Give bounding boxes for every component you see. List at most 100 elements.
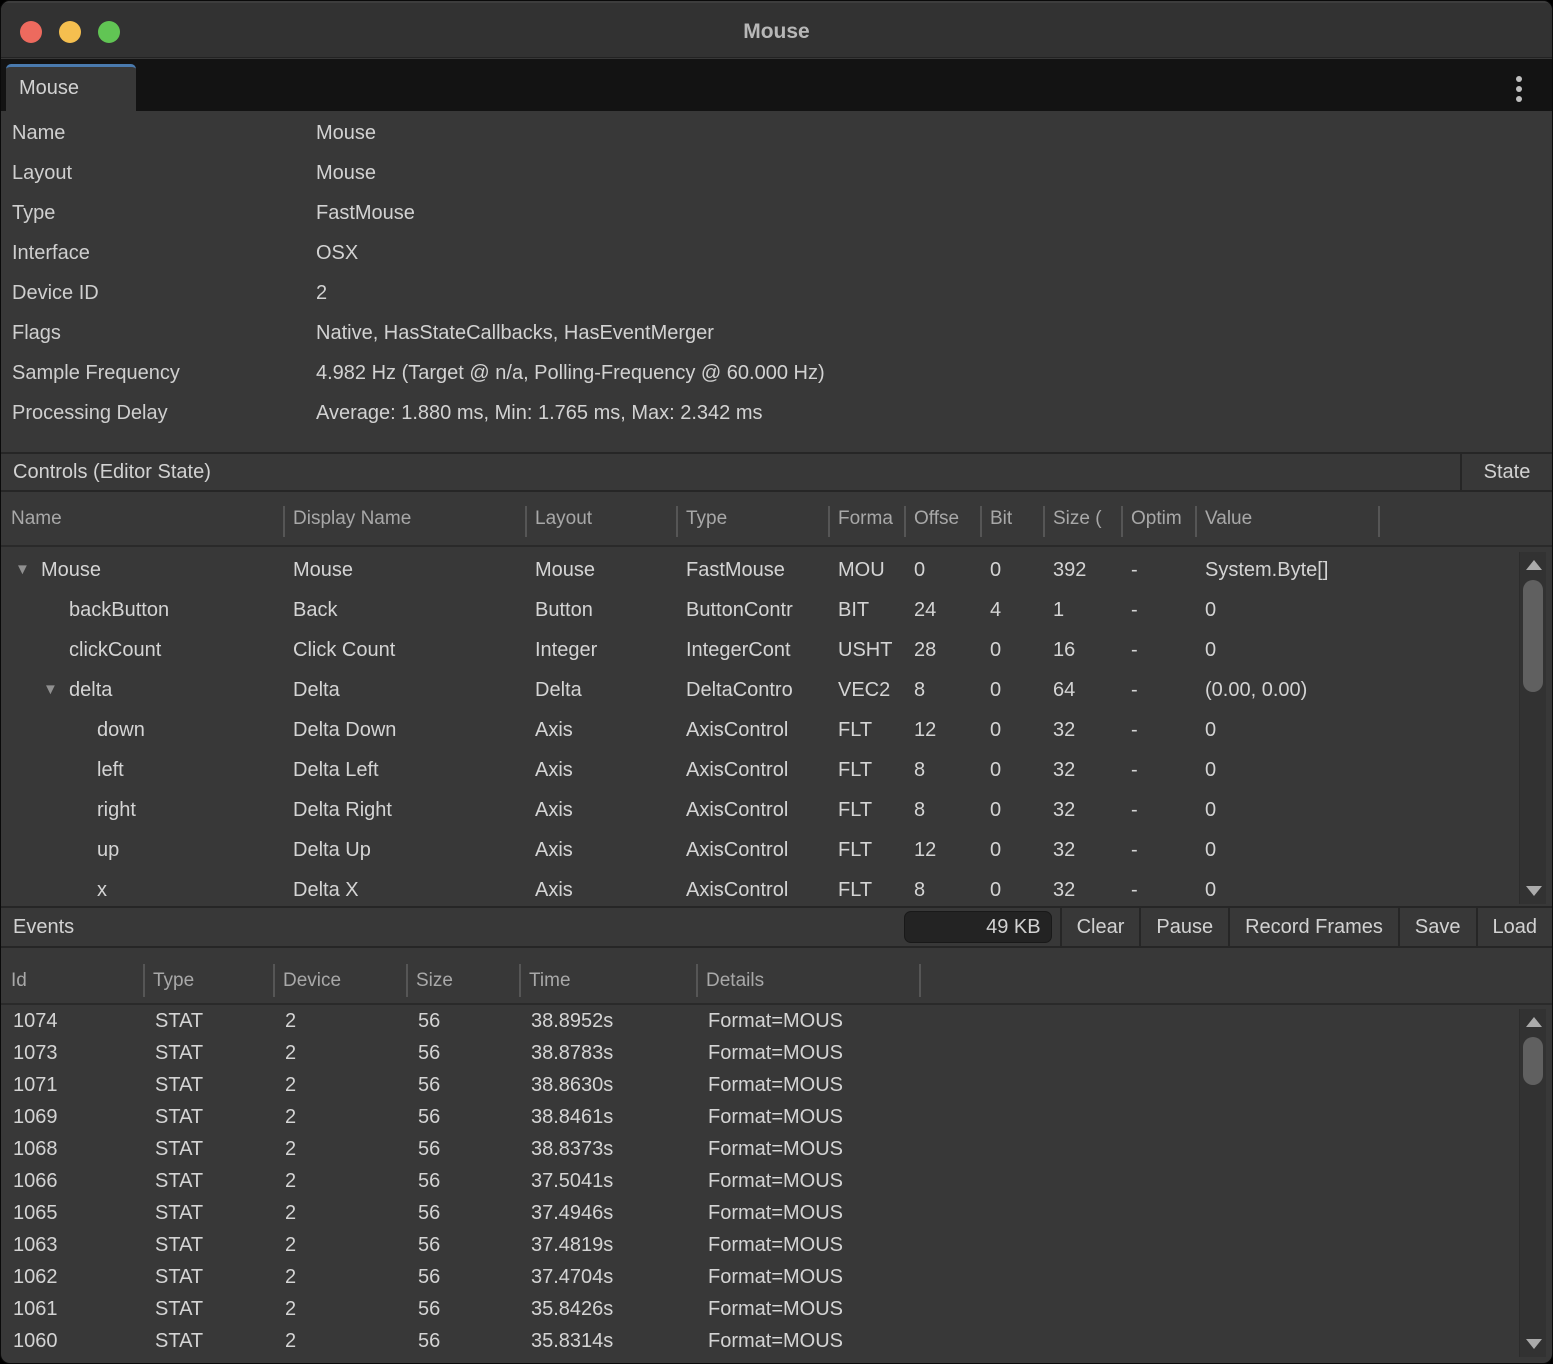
control-cell-format: FLT: [828, 830, 904, 870]
column-header-spacer[interactable]: [919, 948, 1513, 1003]
scroll-up-icon[interactable]: [1526, 560, 1542, 570]
control-cell-offset: 24: [904, 590, 980, 630]
control-cell-bit: 0: [980, 750, 1043, 790]
control-name-cell: backButton: [1, 590, 283, 630]
device-properties: NameMouseLayoutMouseTypeFastMouseInterfa…: [1, 113, 1552, 433]
column-header-device[interactable]: Device: [273, 948, 406, 1003]
event-row[interactable]: 1066STAT25637.5041sFormat=MOUS: [1, 1165, 1513, 1197]
column-header-size[interactable]: Size: [406, 948, 519, 1003]
control-row[interactable]: ▼MouseMouseMouseFastMouseMOU00392-System…: [1, 550, 1513, 590]
event-cell-type: STAT: [143, 1293, 273, 1325]
event-cell-device: 2: [273, 1229, 406, 1261]
column-header-type[interactable]: Type: [143, 948, 273, 1003]
clear-button[interactable]: Clear: [1060, 908, 1140, 946]
property-value: Native, HasStateCallbacks, HasEventMerge…: [316, 313, 714, 353]
event-row[interactable]: 1074STAT25638.8952sFormat=MOUS: [1, 1005, 1513, 1037]
control-name-label: clickCount: [69, 630, 161, 670]
event-row[interactable]: 1071STAT25638.8630sFormat=MOUS: [1, 1069, 1513, 1101]
column-header-value[interactable]: Value: [1195, 492, 1378, 545]
record-frames-button[interactable]: Record Frames: [1228, 908, 1398, 946]
property-row: LayoutMouse: [1, 153, 1552, 193]
control-row[interactable]: rightDelta RightAxisAxisControlFLT8032-0: [1, 790, 1513, 830]
column-header-type[interactable]: Type: [676, 492, 828, 545]
event-row[interactable]: 1062STAT25637.4704sFormat=MOUS: [1, 1261, 1513, 1293]
control-cell-value: System.Byte[]: [1195, 550, 1378, 590]
control-row[interactable]: leftDelta LeftAxisAxisControlFLT8032-0: [1, 750, 1513, 790]
scroll-down-icon[interactable]: [1526, 1339, 1542, 1349]
control-cell-value: 0: [1195, 590, 1378, 630]
column-header-forma[interactable]: Forma: [828, 492, 904, 545]
event-row[interactable]: 1068STAT25638.8373sFormat=MOUS: [1, 1133, 1513, 1165]
load-button[interactable]: Load: [1476, 908, 1553, 946]
control-cell-offset: 28: [904, 630, 980, 670]
controls-table-header: NameDisplay NameLayoutTypeFormaOffseBitS…: [1, 492, 1552, 547]
control-cell-layout: Button: [525, 590, 676, 630]
foldout-arrow-icon[interactable]: ▼: [43, 670, 69, 710]
tab-mouse[interactable]: Mouse: [6, 64, 136, 111]
event-row[interactable]: 1065STAT25637.4946sFormat=MOUS: [1, 1197, 1513, 1229]
control-cell-display: Back: [283, 590, 525, 630]
control-cell-type: ButtonContr: [676, 590, 828, 630]
scrollbar-thumb[interactable]: [1523, 580, 1543, 692]
foldout-arrow-icon[interactable]: ▼: [15, 550, 41, 590]
control-name-label: right: [97, 790, 136, 830]
column-header-display-name[interactable]: Display Name: [283, 492, 525, 545]
column-header-offse[interactable]: Offse: [904, 492, 980, 545]
events-toolbar: 49 KB ClearPauseRecord FramesSaveLoad: [904, 908, 1552, 946]
event-cell-id: 1073: [1, 1037, 143, 1069]
event-row[interactable]: 1061STAT25635.8426sFormat=MOUS: [1, 1293, 1513, 1325]
controls-scrollbar[interactable]: [1519, 552, 1546, 904]
column-header-spacer[interactable]: [1378, 492, 1553, 545]
control-cell-size: 32: [1043, 870, 1121, 906]
control-cell-offset: 0: [904, 550, 980, 590]
property-row: Device ID2: [1, 273, 1552, 313]
state-button[interactable]: State: [1460, 454, 1552, 490]
event-cell-details: Format=MOUS: [696, 1005, 919, 1037]
titlebar[interactable]: Mouse: [1, 1, 1552, 58]
event-cell-id: 1074: [1, 1005, 143, 1037]
control-cell-value: 0: [1195, 830, 1378, 870]
control-row[interactable]: clickCountClick CountIntegerIntegerContU…: [1, 630, 1513, 670]
scroll-up-icon[interactable]: [1526, 1017, 1542, 1027]
control-cell-display: Delta Left: [283, 750, 525, 790]
column-header-id[interactable]: Id: [1, 948, 143, 1003]
column-header-time[interactable]: Time: [519, 948, 696, 1003]
event-cell-details: Format=MOUS: [696, 1229, 919, 1261]
control-cell-optimized: -: [1121, 590, 1195, 630]
event-row[interactable]: 1073STAT25638.8783sFormat=MOUS: [1, 1037, 1513, 1069]
pause-button[interactable]: Pause: [1139, 908, 1228, 946]
controls-table: ▼MouseMouseMouseFastMouseMOU00392-System…: [1, 550, 1513, 906]
control-cell-type: AxisControl: [676, 790, 828, 830]
event-cell-details: Format=MOUS: [696, 1069, 919, 1101]
event-row[interactable]: 1060STAT25635.8314sFormat=MOUS: [1, 1325, 1513, 1357]
control-row[interactable]: backButtonBackButtonButtonContrBIT2441-0: [1, 590, 1513, 630]
event-row[interactable]: 1063STAT25637.4819sFormat=MOUS: [1, 1229, 1513, 1261]
control-cell-type: AxisControl: [676, 710, 828, 750]
control-row[interactable]: xDelta XAxisAxisControlFLT8032-0: [1, 870, 1513, 906]
property-label: Device ID: [12, 273, 99, 313]
control-row[interactable]: upDelta UpAxisAxisControlFLT12032-0: [1, 830, 1513, 870]
save-button[interactable]: Save: [1398, 908, 1476, 946]
control-cell-bit: 0: [980, 790, 1043, 830]
control-cell-format: USHT: [828, 630, 904, 670]
control-cell-optimized: -: [1121, 790, 1195, 830]
event-row[interactable]: 1069STAT25638.8461sFormat=MOUS: [1, 1101, 1513, 1133]
column-header-bit[interactable]: Bit: [980, 492, 1043, 545]
scrollbar-thumb[interactable]: [1523, 1037, 1543, 1085]
column-header-layout[interactable]: Layout: [525, 492, 676, 545]
event-buffer-size-field[interactable]: 49 KB: [904, 911, 1052, 943]
column-header-size-[interactable]: Size (: [1043, 492, 1121, 545]
event-cell-time: 37.4819s: [519, 1229, 696, 1261]
column-header-details[interactable]: Details: [696, 948, 919, 1003]
event-cell-device: 2: [273, 1005, 406, 1037]
event-cell-details: Format=MOUS: [696, 1133, 919, 1165]
column-header-name[interactable]: Name: [1, 492, 283, 545]
events-scrollbar[interactable]: [1519, 1009, 1546, 1357]
events-table: 1074STAT25638.8952sFormat=MOUS1073STAT25…: [1, 1005, 1513, 1364]
control-row[interactable]: downDelta DownAxisAxisControlFLT12032-0: [1, 710, 1513, 750]
kebab-menu-icon[interactable]: [1514, 74, 1524, 104]
event-cell-id: 1066: [1, 1165, 143, 1197]
column-header-optim[interactable]: Optim: [1121, 492, 1195, 545]
scroll-down-icon[interactable]: [1526, 886, 1542, 896]
control-row[interactable]: ▼deltaDeltaDeltaDeltaControVEC28064-(0.0…: [1, 670, 1513, 710]
